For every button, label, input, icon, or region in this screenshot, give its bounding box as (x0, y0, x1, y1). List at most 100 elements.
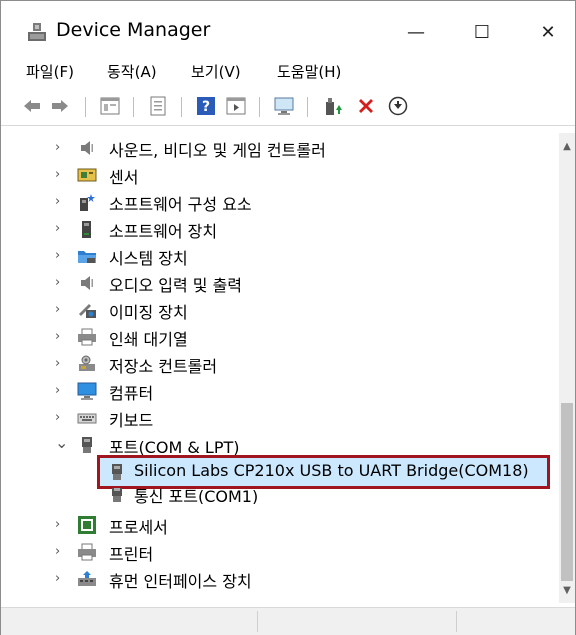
expand-icon[interactable]: › (55, 571, 67, 586)
tree-item-storage-controllers[interactable]: › 저장소 컨트롤러 (1, 351, 559, 377)
scroll-thumb[interactable] (561, 403, 573, 581)
tree-item-label: 소프트웨어 구성 요소 (109, 195, 252, 214)
expand-icon[interactable]: › (55, 517, 67, 532)
expand-icon[interactable]: › (55, 302, 67, 317)
toolbar-separator (307, 97, 308, 117)
tree-item-com1[interactable]: 통신 포트(COM1) (1, 488, 559, 504)
properties-button[interactable] (99, 95, 121, 117)
tree-item-label: 통신 포트(COM1) (134, 488, 259, 504)
tree-item-system-devices[interactable]: › 시스템 장치 (1, 243, 559, 269)
software-device-icon (82, 221, 91, 238)
tree-item-processor[interactable]: › 프로세서 (1, 512, 559, 538)
disable-device-button[interactable] (387, 95, 409, 117)
toolbar-separator (259, 97, 260, 117)
forward-arrow-icon (52, 100, 68, 112)
expand-icon[interactable]: › (55, 248, 67, 263)
expand-icon[interactable]: › (55, 329, 67, 344)
device-tree: › 사운드, 비디오 및 게임 컨트롤러 › 센서 › 소프트웨어 구성 요소 … (1, 133, 559, 603)
expand-icon[interactable]: › (55, 221, 67, 236)
tree-item-imaging[interactable]: › 이미징 장치 (1, 297, 559, 323)
toolbar-separator (181, 97, 182, 117)
menu-file[interactable]: 파일(F) (26, 61, 74, 82)
tree-item-label: 시스템 장치 (109, 249, 188, 268)
tree-item-cp210x[interactable]: Silicon Labs CP210x USB to UART Bridge(C… (1, 455, 559, 489)
scroll-down-icon[interactable]: ▼ (559, 583, 575, 599)
update-view-button[interactable] (147, 95, 169, 117)
maximize-icon: ☐ (473, 21, 491, 43)
tree-item-label: 센서 (109, 168, 139, 187)
toolbar-separator (85, 97, 86, 117)
expand-icon[interactable]: › (55, 194, 67, 209)
menu-view[interactable]: 보기(V) (191, 61, 241, 82)
properties-icon (100, 97, 120, 115)
device-manager-window: Device Manager — ☐ ✕ 파일(F) 동작(A) 보기(V) 도… (0, 0, 576, 635)
device-manager-icon (28, 23, 46, 41)
tree-item-sound[interactable]: › 사운드, 비디오 및 게임 컨트롤러 (1, 135, 559, 161)
update-driver-button[interactable] (323, 95, 345, 117)
back-button[interactable] (21, 95, 43, 117)
close-icon: ✕ (540, 21, 556, 43)
sensor-icon (77, 168, 97, 182)
expand-icon[interactable]: › (55, 544, 67, 559)
expand-icon[interactable]: › (55, 410, 67, 425)
port-icon (82, 437, 92, 453)
menu-help[interactable]: 도움말(H) (277, 61, 341, 82)
expand-icon[interactable]: › (55, 275, 67, 290)
tree-item-label: 이미징 장치 (109, 303, 188, 322)
action-button[interactable] (225, 95, 247, 117)
keyboard-icon (77, 413, 97, 424)
monitor-icon (77, 382, 97, 400)
hid-icon (78, 571, 96, 586)
printer-icon (78, 328, 96, 346)
printer-icon (78, 543, 96, 561)
tree-item-label: 오디오 입력 및 출력 (109, 276, 243, 295)
expand-icon[interactable]: › (55, 383, 67, 398)
menu-action[interactable]: 동작(A) (107, 61, 157, 82)
tree-item-label: 인쇄 대기열 (109, 330, 188, 349)
close-button[interactable]: ✕ (525, 13, 571, 51)
expand-icon[interactable]: › (55, 140, 67, 155)
speaker-icon (81, 276, 93, 290)
processor-icon (78, 516, 96, 534)
tree-item-label: 프로세서 (109, 518, 168, 537)
tree-item-hid[interactable]: › 휴먼 인터페이스 장치 (1, 566, 559, 592)
uninstall-button[interactable] (355, 95, 377, 117)
tree-item-audio-io[interactable]: › 오디오 입력 및 출력 (1, 270, 559, 296)
scroll-up-icon[interactable]: ▲ (559, 139, 575, 155)
speaker-icon (81, 141, 93, 155)
toolbar: ? (1, 89, 575, 126)
tree-item-computer[interactable]: › 컴퓨터 (1, 378, 559, 404)
tree-item-label: 소프트웨어 장치 (109, 222, 218, 241)
status-divider (456, 611, 457, 632)
monitor-scan-icon (274, 97, 294, 115)
maximize-button[interactable]: ☐ (459, 13, 505, 51)
expand-icon[interactable]: › (55, 356, 67, 371)
expand-icon[interactable]: › (55, 167, 67, 182)
tree-item-keyboard[interactable]: › 키보드 (1, 405, 559, 431)
back-arrow-icon (24, 100, 40, 112)
forward-button[interactable] (49, 95, 71, 117)
tree-item-label: Silicon Labs CP210x USB to UART Bridge(C… (134, 461, 529, 480)
tree-item-printer[interactable]: › 프린터 (1, 539, 559, 565)
tree-item-software-device[interactable]: › 소프트웨어 장치 (1, 216, 559, 242)
help-icon: ? (197, 97, 215, 115)
port-icon (112, 464, 122, 480)
tree-item-label: 키보드 (109, 411, 154, 430)
vertical-scrollbar[interactable]: ▲ ▼ (559, 133, 575, 603)
download-circle-icon (388, 96, 408, 116)
tree-item-label: 컴퓨터 (109, 384, 154, 403)
collapse-icon[interactable]: ⌄ (55, 433, 68, 452)
scan-hardware-button[interactable] (273, 95, 295, 117)
minimize-button[interactable]: — (393, 13, 439, 51)
tree-item-sensor[interactable]: › 센서 (1, 162, 559, 188)
tree-item-software-component[interactable]: › 소프트웨어 구성 요소 (1, 189, 559, 215)
help-button[interactable]: ? (195, 95, 217, 117)
status-bar (1, 607, 575, 635)
tree-item-print-queue[interactable]: › 인쇄 대기열 (1, 324, 559, 350)
red-x-icon (359, 99, 373, 113)
title-bar[interactable]: Device Manager — ☐ ✕ (1, 1, 575, 59)
tree-item-label: 사운드, 비디오 및 게임 컨트롤러 (109, 141, 326, 160)
toolbar-separator (133, 97, 134, 117)
window-play-icon (226, 97, 246, 115)
tree-item-label: 저장소 컨트롤러 (109, 357, 218, 376)
